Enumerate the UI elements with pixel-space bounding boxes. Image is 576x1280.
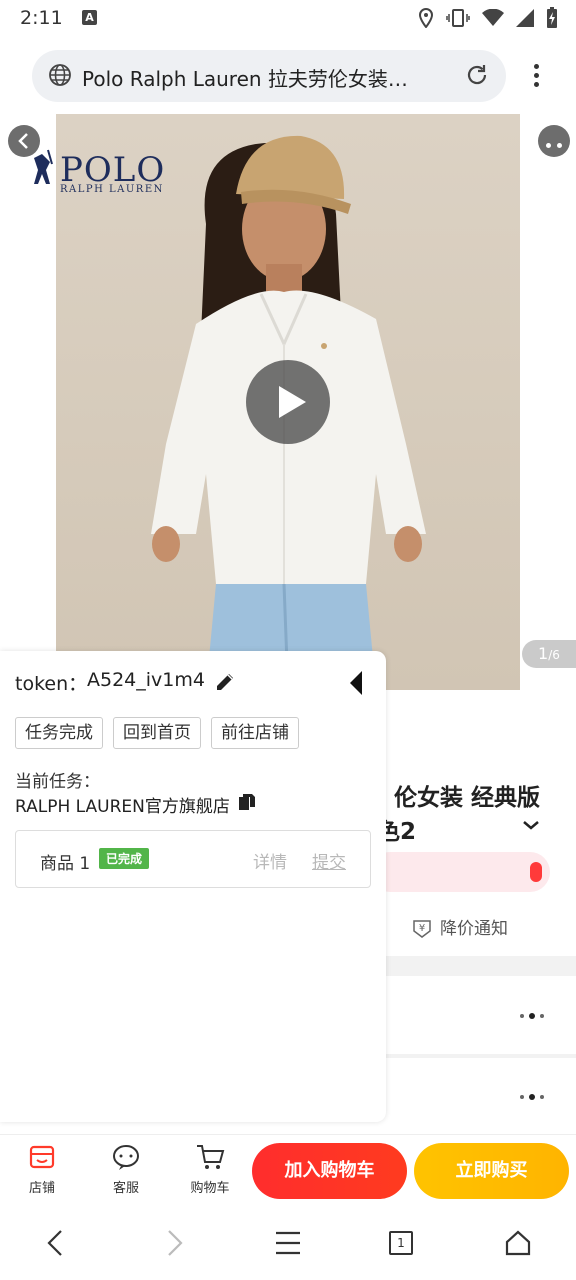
more-button[interactable] [538,125,570,157]
service-icon [113,1145,139,1170]
price-notify[interactable]: ¥ 降价通知 [410,914,508,939]
home-icon[interactable] [504,1228,532,1258]
task-panel: token： A524_iv1m4 任务完成 回到首页 前往店铺 当前任务： R… [0,651,386,1122]
price-tag-icon [530,862,542,882]
current-task-shop: RALPH LAUREN官方旗舰店 [15,797,230,817]
battery-icon [547,7,557,28]
cart-label[interactable]: 购物车 [180,1177,240,1196]
globe-icon [49,64,71,86]
section-divider [370,956,576,976]
counter-current: 1 [538,644,549,663]
signal-icon [516,9,534,27]
status-badge: 已完成 [99,848,150,869]
back-button[interactable] [8,125,40,157]
counter-total: /6 [548,648,560,662]
chevron-left-icon [18,133,28,149]
reload-icon[interactable] [464,62,490,88]
service-tab[interactable] [96,1143,156,1175]
go-store-button[interactable]: 前往店铺 [211,717,299,749]
edit-icon[interactable] [214,671,236,693]
chevron-down-icon[interactable] [520,814,542,836]
status-bar: 2:11 A [0,0,576,36]
brand-subtitle: RALPH LAUREN [60,184,164,195]
task-complete-button[interactable]: 任务完成 [15,717,103,749]
collapse-icon[interactable] [348,669,366,697]
wifi-icon [482,9,504,26]
browser-nav-bar [0,1208,576,1280]
panel-button-row: 任务完成 回到首页 前往店铺 [15,717,299,749]
current-task-label: 当前任务： [15,772,100,792]
token-label: token： [15,673,88,695]
add-to-cart-button[interactable]: 加入购物车 [252,1143,407,1199]
text-a-icon: A [82,10,97,25]
service-label[interactable]: 客服 [96,1177,156,1196]
price-notify-label: 降价通知 [440,919,508,939]
back-icon[interactable] [44,1228,68,1258]
price-bar [370,852,550,892]
cart-tab[interactable] [180,1143,240,1175]
submit-link[interactable]: 提交 [312,848,346,873]
play-icon [279,386,306,418]
store-icon [29,1145,55,1169]
more-dots-icon[interactable] [520,1094,544,1100]
image-counter: 1/6 [522,640,576,668]
token-value: A524_iv1m4 [87,669,205,691]
tabs-icon[interactable]: 1 [389,1231,413,1255]
store-label[interactable]: 店铺 [12,1177,72,1196]
status-time: 2:11 [20,7,63,29]
store-tab[interactable] [12,1143,72,1175]
detail-link[interactable]: 详情 [253,848,287,873]
buy-now-button[interactable]: 立即购买 [414,1143,569,1199]
info-card-1[interactable] [370,976,576,1054]
status-icons [418,6,558,30]
more-vertical-icon[interactable] [524,58,548,94]
forward-icon[interactable] [162,1228,186,1258]
vibrate-icon [446,9,470,27]
url-text[interactable]: Polo Ralph Lauren 拉夫劳伦女装… [82,63,442,92]
item-name: 商品 1 [40,854,91,874]
svg-text:¥: ¥ [419,923,425,934]
info-card-2[interactable] [370,1058,576,1136]
url-bar[interactable]: Polo Ralph Lauren 拉夫劳伦女装… [32,50,506,102]
price-drop-icon: ¥ [413,919,431,938]
cart-icon [197,1145,225,1169]
play-button[interactable] [246,360,330,444]
copy-icon[interactable] [238,793,256,811]
task-item-card: 商品 1 已完成 详情 提交 [15,830,371,888]
location-icon [418,8,434,28]
go-home-button[interactable]: 回到首页 [113,717,201,749]
more-dots-icon[interactable] [520,1013,544,1019]
menu-icon[interactable] [274,1228,302,1258]
